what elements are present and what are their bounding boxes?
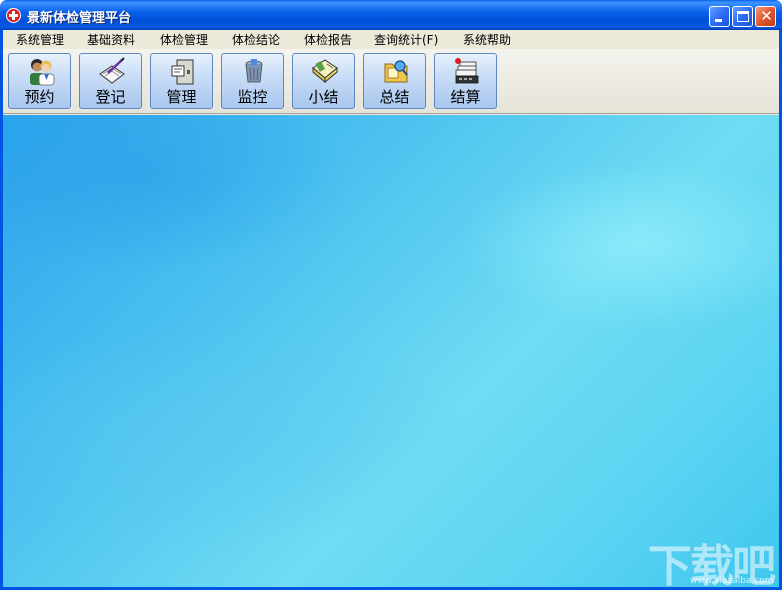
conclusion-label: 总结 (379, 88, 410, 106)
menu-base-data[interactable]: 基础资料 (87, 32, 135, 48)
register-pen-icon (99, 57, 125, 84)
toolbar: 预约 登记 管理 监控 小结 总结 结算 (3, 49, 779, 114)
minimize-icon (715, 19, 722, 22)
client-area: 系统管理 基础资料 体检管理 体检结论 体检报告 查询统计(F) 系统帮助 预约… (3, 30, 779, 590)
register-label: 登记 (95, 88, 126, 106)
settlement-button[interactable]: 结算 (434, 53, 497, 109)
conclusion-button[interactable]: 总结 (363, 53, 426, 109)
red-cross-icon[interactable] (6, 8, 21, 23)
watermark-logo: 下载吧 www.xiazaiba.com (638, 530, 778, 590)
app-window: 景新体检管理平台 ✕ 系统管理 基础资料 体检管理 体检结论 体检报告 查询统计… (0, 0, 782, 590)
manage-label: 管理 (166, 88, 197, 106)
folder-search-icon (384, 60, 408, 83)
window-title: 景新体检管理平台 (27, 11, 132, 26)
menu-system-manage[interactable]: 系统管理 (16, 32, 64, 48)
settlement-label: 结算 (450, 88, 481, 106)
maximize-icon (737, 11, 749, 22)
maximize-button[interactable] (732, 6, 753, 27)
summary-book-icon (312, 59, 338, 84)
monitor-label: 监控 (237, 88, 268, 106)
minimize-button[interactable] (709, 6, 730, 27)
register-button[interactable]: 登记 (79, 53, 142, 109)
workspace-background: 下载吧 www.xiazaiba.com (3, 115, 779, 590)
people-icon (30, 59, 55, 86)
watermark-url: www.xiazaiba.com (690, 576, 774, 586)
menu-exam-manage[interactable]: 体检管理 (160, 32, 208, 48)
appointment-label: 预约 (24, 88, 55, 106)
menu-system-help[interactable]: 系统帮助 (463, 32, 511, 48)
cash-register-icon (455, 58, 479, 84)
manage-door-icon (171, 59, 194, 85)
menu-exam-report[interactable]: 体检报告 (304, 32, 352, 48)
monitor-bin-icon (245, 59, 263, 83)
close-icon: ✕ (760, 7, 773, 25)
menu-exam-conclusion[interactable]: 体检结论 (232, 32, 280, 48)
appointment-button[interactable]: 预约 (8, 53, 71, 109)
close-button[interactable]: ✕ (755, 6, 776, 27)
menu-query-stats[interactable]: 查询统计(F) (374, 32, 438, 48)
title-bar[interactable]: 景新体检管理平台 ✕ (0, 0, 782, 30)
summary-label: 小结 (308, 88, 339, 106)
monitor-button[interactable]: 监控 (221, 53, 284, 109)
summary-button[interactable]: 小结 (292, 53, 355, 109)
menu-bar: 系统管理 基础资料 体检管理 体检结论 体检报告 查询统计(F) 系统帮助 (3, 30, 779, 49)
manage-button[interactable]: 管理 (150, 53, 213, 109)
